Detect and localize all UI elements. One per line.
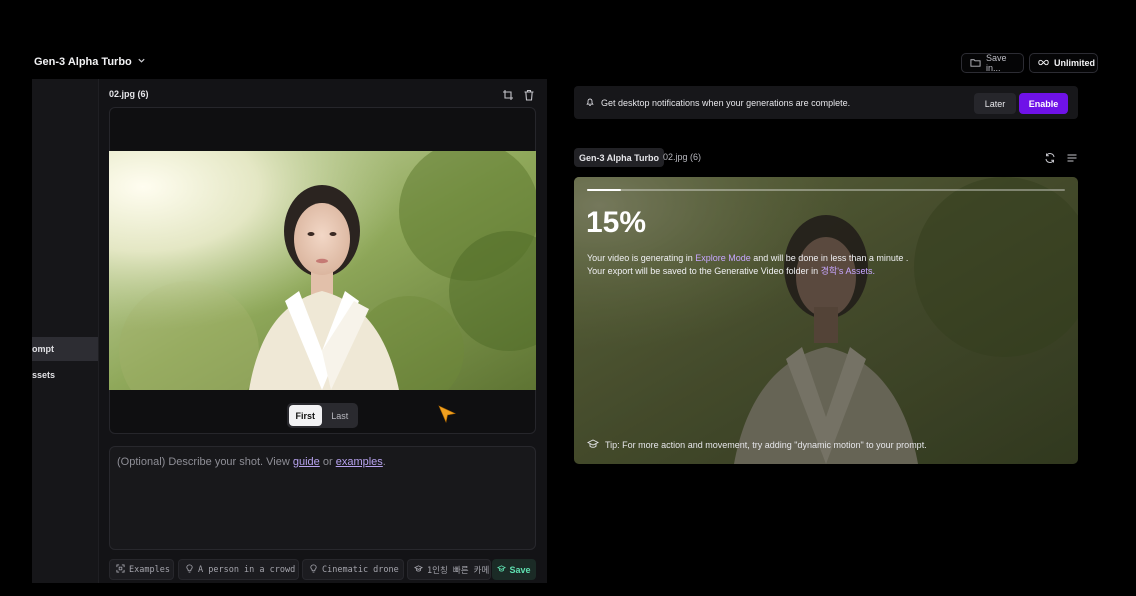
bulb-icon — [309, 563, 318, 576]
uploaded-image — [109, 151, 536, 390]
progress-bar — [587, 189, 1065, 191]
graduation-cap-icon — [586, 438, 600, 452]
suggestion-chip-drone[interactable]: Cinematic drone — [302, 559, 404, 580]
side-rail — [32, 79, 99, 583]
refresh-icon[interactable] — [1044, 151, 1056, 163]
progress-percent: 15% — [586, 206, 647, 239]
generation-status-text: Your video is generating in Explore Mode… — [587, 252, 908, 278]
infinity-icon — [1038, 57, 1049, 70]
trash-icon[interactable] — [523, 88, 535, 101]
sidebar-item-prompt[interactable]: ompt — [32, 337, 98, 361]
assets-user-link[interactable]: 경학 — [821, 266, 838, 276]
model-badge: Gen-3 Alpha Turbo — [574, 148, 664, 167]
bell-icon — [585, 97, 601, 109]
examples-chip[interactable]: Examples — [109, 559, 174, 580]
sidebar-item-label: ompt — [32, 344, 54, 354]
save-in-label: Save in... — [986, 53, 1007, 73]
examples-link[interactable]: examples — [336, 456, 383, 468]
model-selector-label: Gen-3 Alpha Turbo — [34, 56, 132, 68]
unlimited-label: Unlimited — [1054, 58, 1096, 68]
save-icon — [497, 564, 507, 575]
last-frame-button[interactable]: Last — [324, 405, 357, 426]
later-button[interactable]: Later — [974, 93, 1016, 114]
tip-message: Tip: For more action and movement, try a… — [586, 438, 927, 452]
status-line-2-prefix: Your export will be saved to the Generat… — [587, 266, 821, 276]
generation-file-name: 02.jpg (6) — [663, 152, 702, 162]
sidebar-item-assets[interactable]: ssets — [32, 363, 98, 387]
model-selector[interactable]: Gen-3 Alpha Turbo — [34, 56, 146, 68]
frame-toggle: First Last — [287, 403, 358, 428]
menu-icon[interactable] — [1066, 151, 1078, 163]
cursor-arrow-icon — [438, 405, 456, 423]
prompt-suffix: . — [382, 456, 386, 468]
bulb-icon — [185, 563, 194, 576]
status-line-2: Your export will be saved to the Generat… — [587, 265, 908, 278]
crop-icon[interactable] — [502, 88, 514, 100]
prompt-or-text: or — [319, 456, 336, 468]
assets-suffix[interactable]: 's Assets. — [837, 266, 875, 276]
prompt-input[interactable]: (Optional) Describe your shot. View guid… — [109, 446, 536, 550]
status-line-1-suffix: and will be done in less than a minute . — [750, 253, 909, 263]
scan-icon — [116, 563, 125, 576]
progress-fill — [587, 189, 622, 191]
unlimited-button[interactable]: Unlimited — [1029, 53, 1098, 73]
save-prompt-button[interactable]: Save — [492, 559, 536, 580]
chevron-down-icon — [137, 56, 146, 68]
sidebar-item-label: ssets — [32, 370, 56, 380]
cap-icon — [413, 564, 424, 576]
status-line-1: Your video is generating in Explore Mode… — [587, 252, 908, 265]
chip-label: A person in a crowd — [198, 564, 296, 575]
first-frame-button[interactable]: First — [289, 405, 322, 426]
save-label: Save — [509, 564, 531, 575]
enable-button[interactable]: Enable — [1019, 93, 1068, 114]
explore-mode-link[interactable]: Explore Mode — [695, 253, 751, 263]
save-in-button[interactable]: Save in... — [961, 53, 1024, 73]
chip-label: Cinematic drone — [322, 564, 399, 575]
folder-icon — [970, 57, 981, 70]
suggestion-chip-crowd[interactable]: A person in a crowd — [178, 559, 299, 580]
guide-link[interactable]: guide — [293, 456, 320, 468]
prompt-placeholder: (Optional) Describe your shot. View — [117, 456, 293, 468]
status-line-1-prefix: Your video is generating in — [587, 253, 696, 263]
chip-label: 1인칭 빠른 카메 — [427, 565, 490, 576]
suggestion-chip-first-person[interactable]: 1인칭 빠른 카메 — [407, 559, 491, 580]
notification-text: Get desktop notifications when your gene… — [601, 97, 851, 108]
chip-label: Examples — [129, 564, 170, 575]
generation-preview-card — [574, 177, 1078, 464]
tip-text: Tip: For more action and movement, try a… — [605, 440, 927, 450]
file-title: 02.jpg (6) — [109, 89, 149, 99]
